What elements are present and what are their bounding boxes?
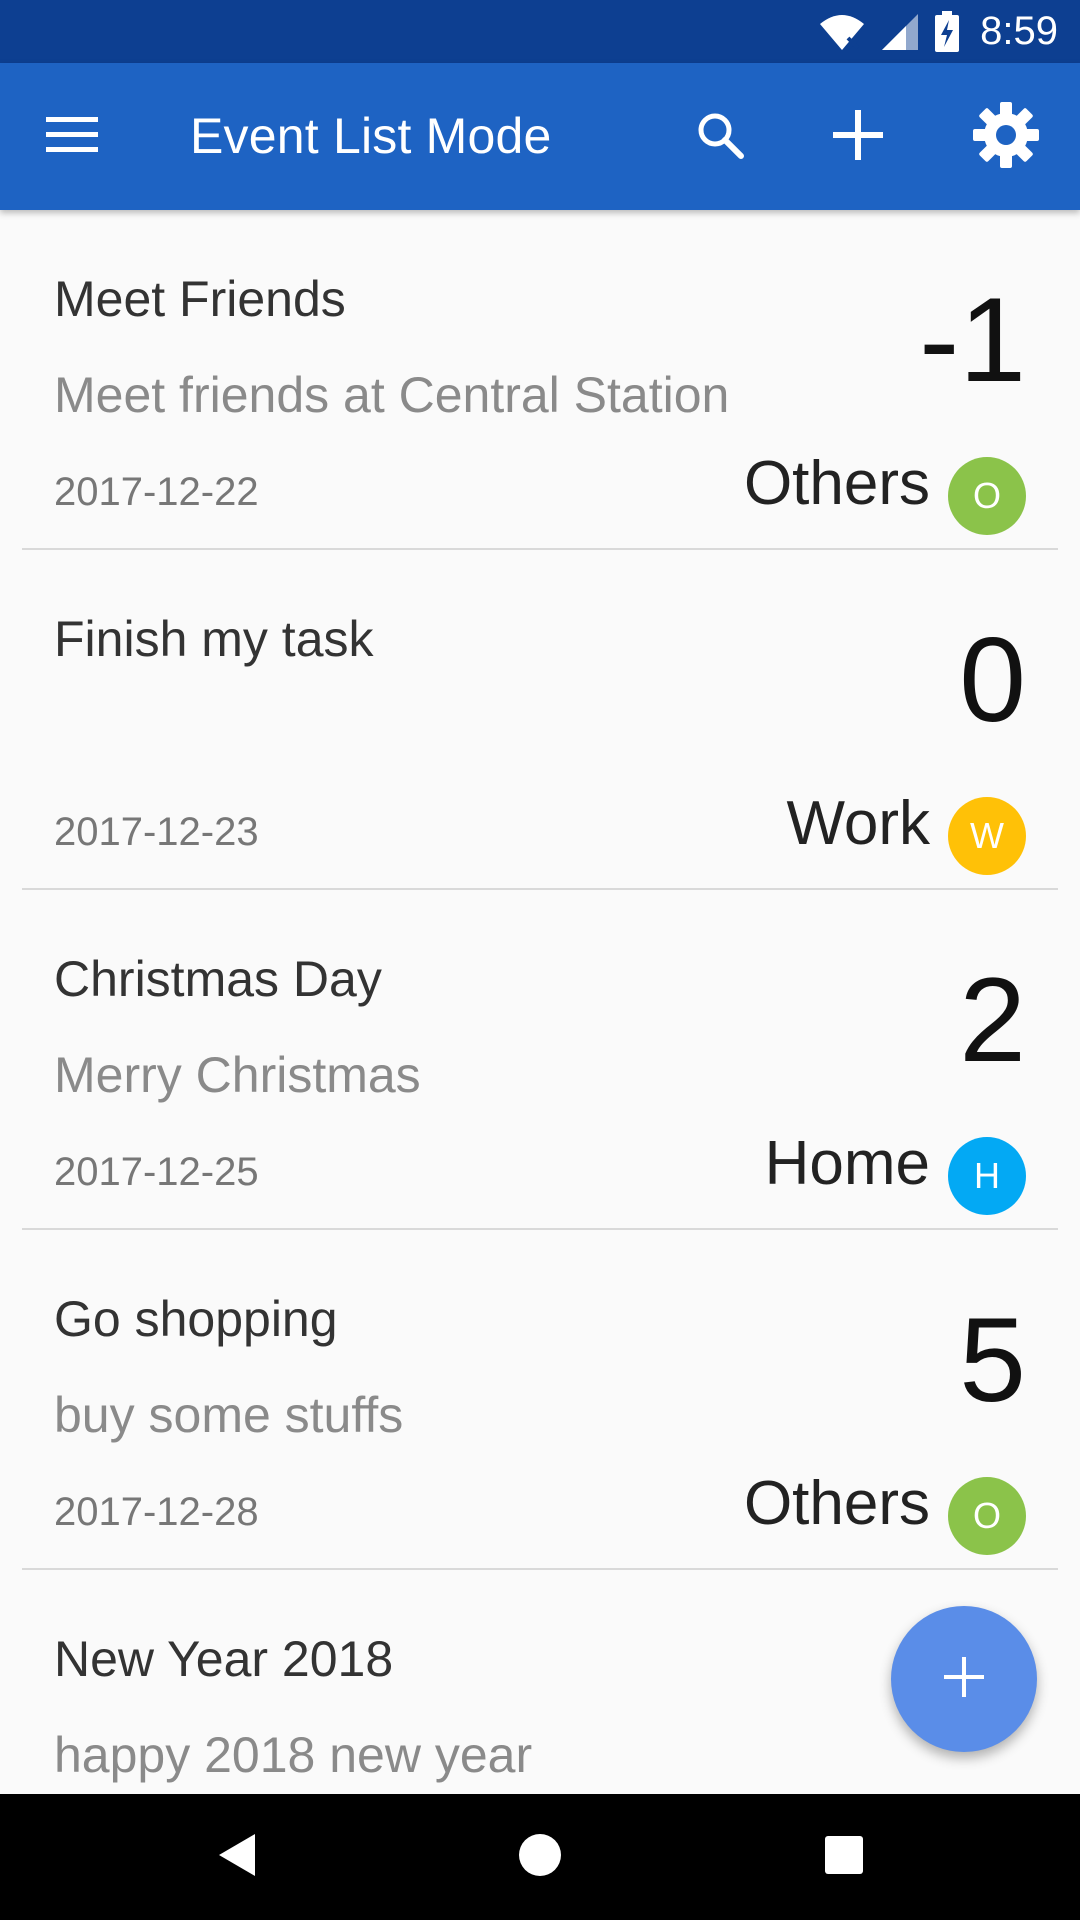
event-category: Home (764, 1129, 930, 1198)
status-bar: 8:59 (0, 0, 1080, 63)
event-description: Meet friends at Central Station (54, 367, 730, 423)
event-description: Merry Christmas (54, 1047, 421, 1103)
wifi-icon (818, 12, 866, 52)
add-event-button[interactable] (814, 93, 902, 181)
recents-icon (823, 1834, 865, 1881)
event-item[interactable]: Meet Friends Meet friends at Central Sta… (0, 210, 1080, 550)
home-icon (517, 1832, 563, 1883)
event-title: Go shopping (54, 1291, 338, 1347)
page-title: Event List Mode (190, 108, 552, 164)
back-button[interactable] (194, 1814, 280, 1900)
event-title: Meet Friends (54, 271, 346, 327)
settings-button[interactable] (962, 93, 1050, 181)
home-button[interactable] (497, 1814, 583, 1900)
days-remaining: 2 (959, 953, 1026, 1087)
event-date: 2017-12-28 (54, 1490, 259, 1534)
days-remaining: 0 (959, 613, 1026, 747)
event-list: Meet Friends Meet friends at Central Sta… (0, 210, 1080, 1794)
category-badge: O (948, 457, 1026, 535)
back-icon (215, 1830, 259, 1885)
app-bar: Event List Mode (0, 63, 1080, 210)
signal-icon (880, 12, 920, 52)
days-remaining: 5 (959, 1293, 1026, 1427)
event-title: Finish my task (54, 611, 374, 667)
menu-button[interactable] (30, 101, 114, 173)
event-category: Others (743, 449, 930, 518)
status-time: 8:59 (980, 9, 1058, 53)
battery-charging-icon (934, 10, 960, 53)
plus-icon (831, 108, 885, 167)
event-date: 2017-12-22 (54, 470, 259, 514)
recents-button[interactable] (801, 1814, 887, 1900)
category-badge: O (948, 1477, 1026, 1555)
add-event-fab[interactable] (891, 1606, 1037, 1752)
event-item[interactable]: Finish my task 2017-12-23 0 Work W (0, 550, 1080, 890)
event-date: 2017-12-25 (54, 1150, 259, 1194)
category-badge: W (948, 797, 1026, 875)
event-title: New Year 2018 (54, 1631, 394, 1687)
search-icon (695, 110, 745, 165)
days-remaining: -1 (919, 273, 1026, 407)
event-item[interactable]: Christmas Day Merry Christmas 2017-12-25… (0, 890, 1080, 1230)
event-description: buy some stuffs (54, 1387, 404, 1443)
event-item[interactable]: Go shopping buy some stuffs 2017-12-28 5… (0, 1230, 1080, 1570)
gear-icon (971, 100, 1041, 175)
event-title: Christmas Day (54, 951, 382, 1007)
plus-icon (942, 1655, 986, 1704)
event-description: happy 2018 new year (54, 1727, 533, 1783)
event-category: Work (786, 789, 930, 858)
category-badge: H (948, 1137, 1026, 1215)
event-category: Others (743, 1469, 930, 1538)
navigation-bar (0, 1794, 1080, 1920)
search-button[interactable] (676, 93, 764, 181)
status-icons: 8:59 (818, 0, 1058, 63)
event-date: 2017-12-23 (54, 810, 259, 854)
menu-icon (46, 115, 98, 160)
